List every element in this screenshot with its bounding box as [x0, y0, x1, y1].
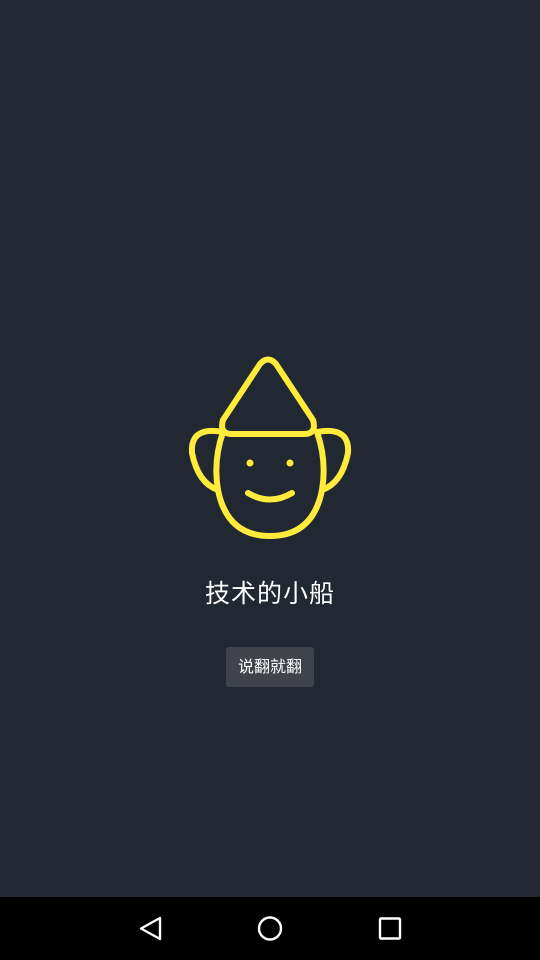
phone-screen: 技术的小船 说翻就翻	[0, 0, 540, 960]
triangle-back-icon	[139, 916, 162, 941]
app-title: 技术的小船	[204, 579, 335, 608]
square-recents-icon	[378, 917, 402, 940]
elf-mascot-icon	[188, 356, 352, 539]
app-content-area: 技术的小船 说翻就翻	[0, 0, 540, 897]
back-button[interactable]	[120, 897, 180, 960]
circle-home-icon	[257, 916, 283, 941]
system-navigation-bar	[0, 897, 540, 960]
home-button[interactable]	[240, 897, 300, 960]
recents-button[interactable]	[360, 897, 420, 960]
flip-button[interactable]: 说翻就翻	[226, 647, 314, 687]
